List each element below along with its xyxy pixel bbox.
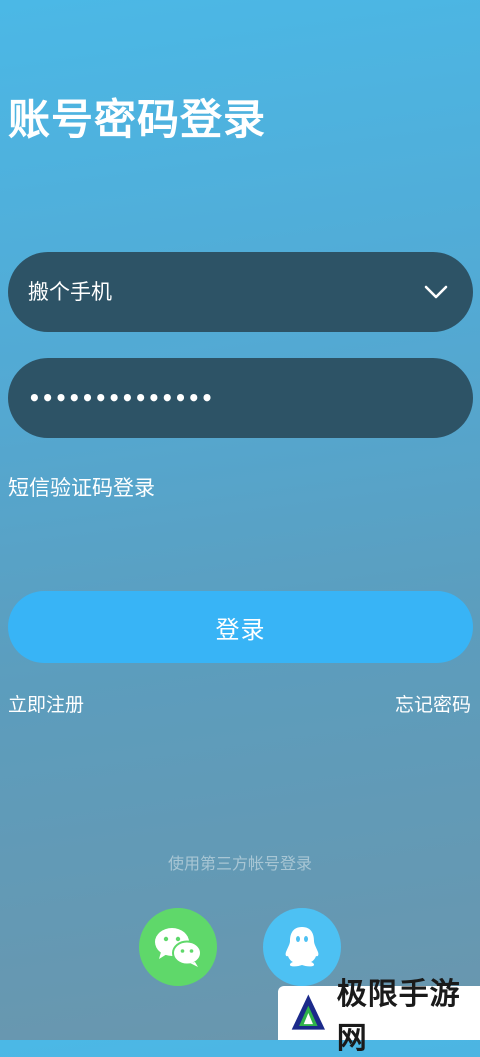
wechat-icon — [155, 928, 202, 967]
forgot-password-link[interactable]: 忘记密码 — [395, 690, 471, 717]
sms-login-link[interactable]: 短信验证码登录 — [8, 472, 155, 502]
watermark-text: 极限手游网 — [336, 977, 461, 1056]
qq-login-button[interactable] — [263, 908, 341, 986]
site-logo-icon — [291, 994, 325, 1030]
third-party-login-label: 使用第三方帐号登录 — [167, 854, 312, 873]
account-value: 搬个手机 — [28, 280, 112, 304]
watermark: 极限手游网 — [278, 977, 480, 1056]
password-value: •••••••••••••• — [28, 386, 214, 410]
page-title: 账号密码登录 — [8, 95, 267, 144]
register-link[interactable]: 立即注册 — [8, 690, 84, 717]
wechat-login-button[interactable] — [139, 908, 217, 986]
login-button[interactable]: 登录 — [8, 591, 473, 663]
password-field[interactable]: •••••••••••••• — [8, 358, 473, 438]
account-field[interactable]: 搬个手机 — [8, 252, 473, 332]
chevron-down-icon[interactable] — [423, 279, 449, 305]
qq-icon — [285, 927, 319, 967]
